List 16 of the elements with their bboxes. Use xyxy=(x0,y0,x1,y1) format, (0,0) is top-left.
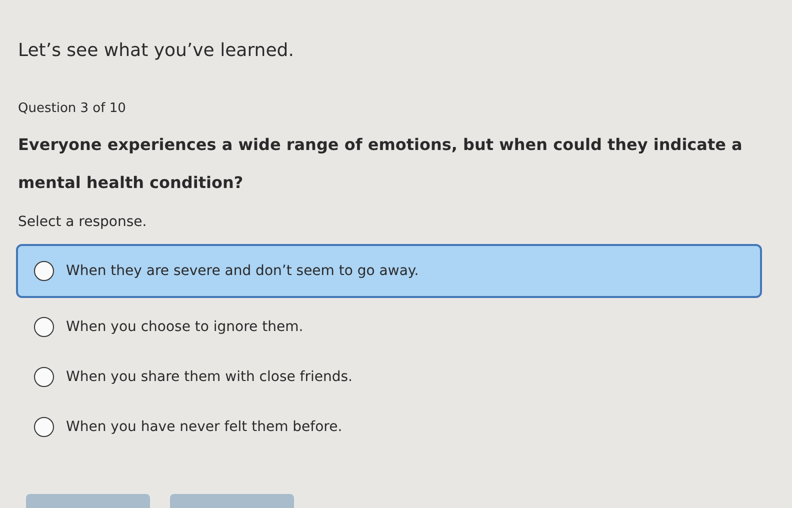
instruction-text: Select a response. xyxy=(18,214,148,230)
radio-button[interactable] xyxy=(34,317,54,337)
option-label: When you have never felt them before. xyxy=(66,419,342,435)
option-label: When you share them with close friends. xyxy=(66,369,353,385)
question-text: Everyone experiences a wide range of emotions, but when could they indicate a mental health condition? xyxy=(18,134,744,194)
radio-button[interactable] xyxy=(34,261,54,281)
radio-button[interactable] xyxy=(34,417,54,437)
radio-button[interactable] xyxy=(34,367,54,387)
answer-option[interactable]: When you choose to ignore them. xyxy=(16,302,762,352)
option-label: When they are severe and don’t seem to go away. xyxy=(66,263,419,279)
answer-option[interactable]: When they are severe and don’t seem to go away. xyxy=(16,244,762,298)
answer-option[interactable]: When you share them with close friends. xyxy=(16,352,762,402)
option-label: When you choose to ignore them. xyxy=(66,319,304,335)
answer-option[interactable]: When you have never felt them before. xyxy=(16,402,762,452)
question-counter: Question 3 of 10 xyxy=(18,101,127,116)
intro-text: Let’s see what you’ve learned. xyxy=(18,40,295,61)
